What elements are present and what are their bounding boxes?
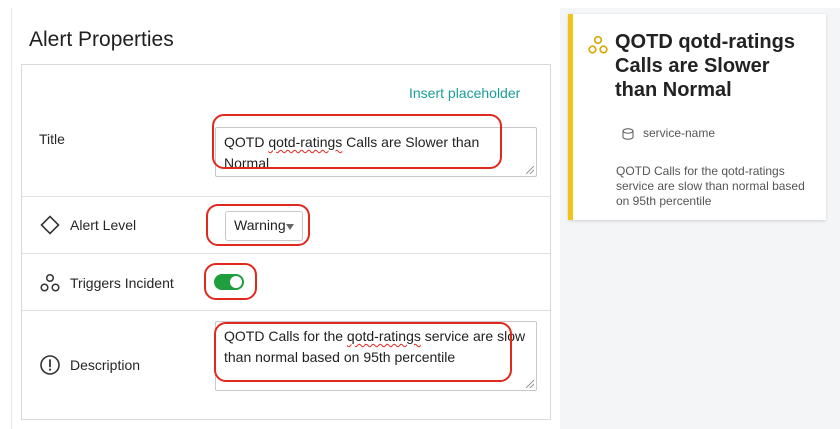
toggle-knob [230, 276, 242, 288]
preview-title: QOTD qotd-ratings Calls are Slower than … [615, 31, 795, 101]
triggers-incident-row: Triggers Incident [22, 254, 550, 311]
nodes-icon [40, 273, 60, 292]
title-row: Insert placeholder Title QOTD qotd-ratin… [22, 65, 550, 197]
title-text-prefix: QOTD [224, 134, 269, 150]
nodes-icon [588, 35, 608, 54]
resize-handle[interactable] [526, 380, 534, 388]
alert-level-row: Alert Level Warning [22, 197, 550, 254]
panel-title: Alert Properties [29, 28, 174, 51]
alert-properties-panel: Alert Properties Insert placeholder Titl… [11, 8, 561, 429]
preview-panel: QOTD qotd-ratings Calls are Slower than … [560, 8, 840, 429]
diamond-icon [40, 215, 60, 235]
alert-level-select[interactable]: Warning [225, 211, 303, 241]
triggers-incident-toggle[interactable] [214, 274, 244, 290]
description-label: Description [70, 357, 141, 373]
alert-properties-form: Insert placeholder Title QOTD qotd-ratin… [21, 64, 551, 420]
alert-level-label: Alert Level [70, 217, 137, 233]
resize-handle[interactable] [526, 166, 534, 174]
preview-service: service-name [643, 126, 716, 140]
alert-level-value: Warning [234, 217, 286, 233]
title-text-misspelled: qotd-ratings [268, 134, 343, 150]
alert-preview-card: QOTD qotd-ratings Calls are Slower than … [568, 14, 826, 220]
description-textarea[interactable]: QOTD Calls for the qotd-ratings service … [215, 321, 537, 391]
exclamation-circle-icon [40, 355, 60, 375]
preview-description: QOTD Calls for the qotd-ratings service … [616, 164, 805, 208]
title-label: Title [39, 131, 65, 147]
insert-placeholder-link[interactable]: Insert placeholder [409, 85, 520, 101]
triggers-incident-label: Triggers Incident [70, 275, 174, 291]
database-icon [622, 128, 634, 140]
description-text-misspelled: qotd-ratings [346, 328, 421, 344]
description-text-prefix: QOTD Calls for the [224, 328, 347, 344]
chevron-down-icon [286, 224, 294, 230]
description-row: Description QOTD Calls for the qotd-rati… [22, 311, 550, 419]
title-textarea[interactable]: QOTD qotd-ratings Calls are Slower than … [215, 127, 537, 177]
